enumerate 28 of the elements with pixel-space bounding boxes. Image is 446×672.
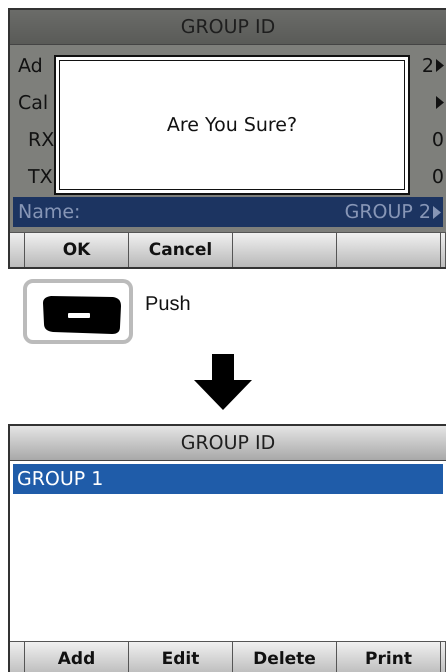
right-triangle-icon (436, 96, 444, 109)
softkey[interactable]: Delete (233, 642, 337, 672)
menu-value: GROUP 2 (344, 201, 431, 223)
menu-value: 2 (422, 54, 434, 76)
instruction-text: Push (145, 293, 191, 316)
softkey[interactable]: Print (337, 642, 441, 672)
menu-label: RX (27, 128, 52, 152)
softkey[interactable]: Edit (129, 642, 233, 672)
menu-value: 0 (432, 128, 444, 150)
menu-label: Cal (17, 90, 50, 116)
softkey[interactable]: OK (25, 233, 129, 267)
menu-value: 0 (432, 166, 444, 188)
right-triangle-icon (436, 59, 444, 72)
right-triangle-icon (433, 206, 441, 218)
menu-label: Ad (17, 54, 44, 78)
softkey[interactable]: Cancel (129, 233, 233, 267)
blank-softkey[interactable] (337, 233, 441, 267)
softkey[interactable]: Add (25, 642, 129, 672)
screen-title: GROUP ID (10, 426, 446, 461)
screen-title: GROUP ID (10, 10, 446, 45)
menu-label: Name: (18, 201, 80, 223)
key-icon (23, 279, 133, 344)
list-item[interactable]: GROUP 1 (13, 464, 443, 494)
blank-softkey[interactable] (233, 233, 337, 267)
menu-label: TX (27, 164, 52, 190)
down-arrow-icon (194, 354, 252, 410)
menu-row[interactable]: Name: GROUP 2 (13, 197, 443, 227)
dialog-message: Are You Sure? (166, 114, 298, 136)
